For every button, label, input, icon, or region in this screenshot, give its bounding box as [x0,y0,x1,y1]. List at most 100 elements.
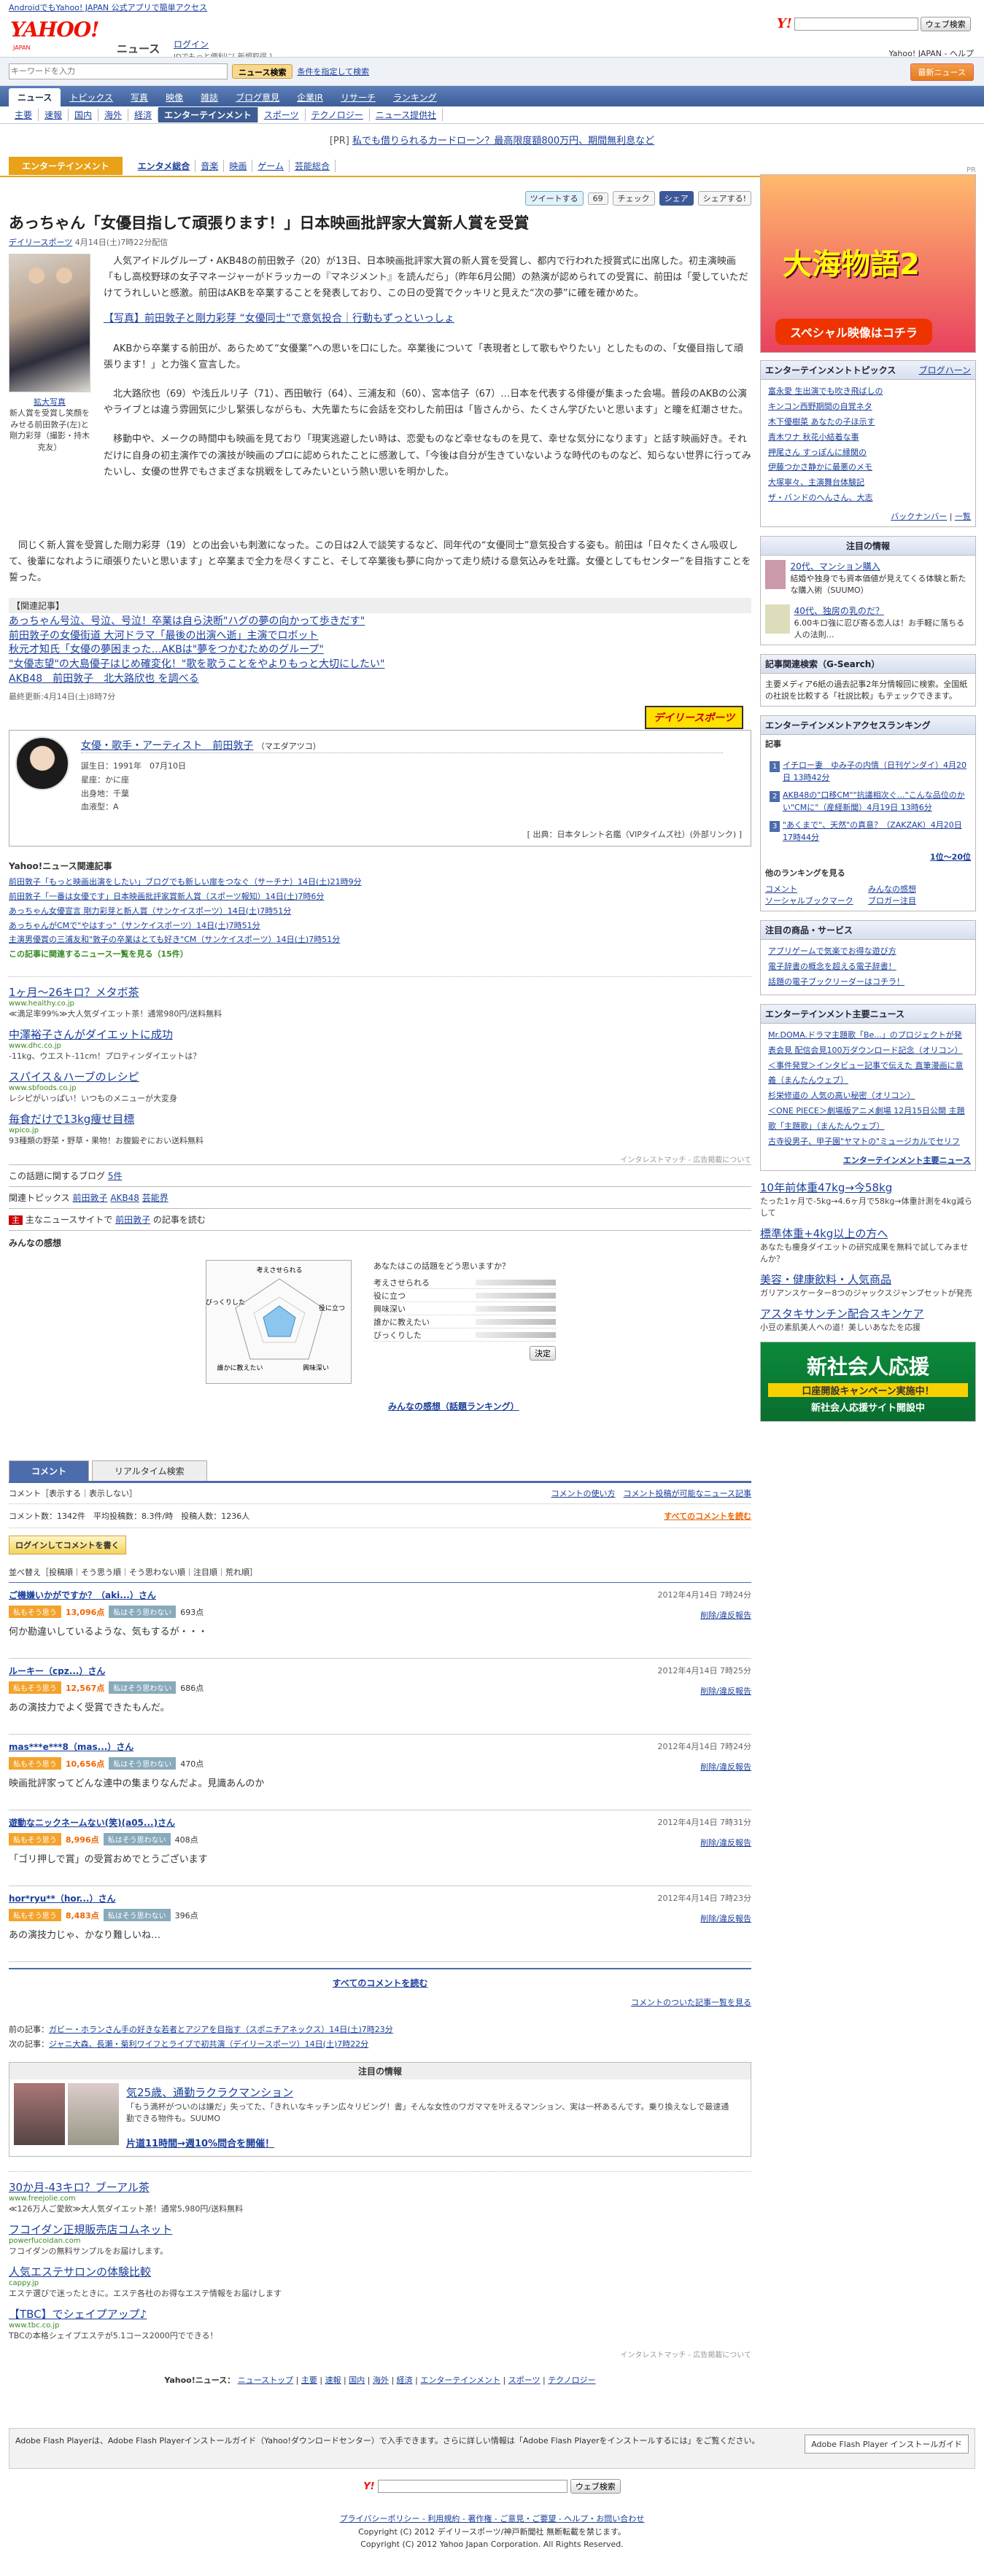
profile-ref[interactable]: [ 出典：日本タレント名鑑（VIPタイムズ社）(外部リンク) ] [527,828,742,840]
comment-user[interactable]: ご機嫌いかがですか？（aki...）さん [9,1589,751,1601]
all-comments-link[interactable]: すべてのコメントを読む [664,1510,751,1522]
side-ad-title[interactable]: 標準体重+4kg以上の方へ [760,1226,976,1241]
ad-title[interactable]: 30か月-43キロ？ブーアル茶 [9,2179,751,2195]
ranking-link[interactable]: AKB48の"口移CM""抗議相次ぐ…"こんな品位のかい"CMに"（産経新聞）4… [783,790,965,812]
vote-row[interactable]: 考えさせられる [373,1276,556,1290]
flash-install-button[interactable]: Adobe Flash Player インストールガイド [805,2435,969,2454]
article-photo[interactable]: 拡大写真 新人賞を受賞し笑顔をみせる前田敦子(左)と剛力彩芽（撮影・持木克友） [9,254,90,453]
ranking-item[interactable]: 2 AKB48の"口移CM""抗議相次ぐ…"こんな品位のかい"CMに"（産経新聞）… [768,787,968,817]
ad-title[interactable]: 毎食だけで13kg痩せ目標 [9,1111,751,1126]
report-link[interactable]: 削除/違反報告 [700,1761,751,1773]
ad-item[interactable]: 中澤裕子さんがダイエットに成功 www.dhc.co.jp -11kg、ウエスト-1… [9,1027,751,1062]
topic-link[interactable]: キンコン西野期間の自覚ネタ [768,400,968,415]
side-ad[interactable]: アスタキサンチン配合スキンケア 小豆の素肌美人への道！美しいあなたを応援 [760,1306,976,1333]
nav-ranking[interactable]: ランキング [384,88,446,106]
disagree-button[interactable]: 私はそう思わない [109,1606,177,1619]
topic-link[interactable]: 木下優樹菜 あなたの子ほ示す [768,415,968,430]
ranking-item[interactable]: 1 イチロー妻 ゆみ子の内情（日刊ゲンダイ）4月20日 13時42分 [768,757,968,787]
main-news-link[interactable]: ＜ONE PIECE＞劇場版アニメ劇場 12月15日公開 主題歌「主題歌」（まん… [768,1104,968,1135]
attention-title[interactable]: 20代、マンション購入 [790,560,971,572]
subnav-tech[interactable]: テクノロジー [306,109,370,121]
topic-link[interactable]: 伊藤つかさ静かに最悪のメモ [768,460,968,475]
topic-link[interactable]: 富永愛 生出演でも吹き飛ばしの [768,384,968,400]
android-app-link[interactable]: AndroidでもYahoo! JAPAN 公式アプリで簡単アクセス [9,3,207,12]
enlarge-link[interactable]: 拡大写真 [34,397,66,407]
nav-news[interactable]: ニュース [9,88,61,106]
subnav-main[interactable]: 主要 [9,109,39,121]
main-news-link[interactable]: ＜事件発覚＞インタビュー記事で伝えた 直筆漫画に意義（まんたんウェブ） [768,1059,968,1089]
ad-title[interactable]: 中澤裕子さんがダイエットに成功 [9,1027,751,1042]
report-link[interactable]: 削除/違反報告 [700,1685,751,1697]
source-link[interactable]: デイリースポーツ [9,238,72,247]
comment-usage-link[interactable]: コメントの使い方 [551,1489,616,1498]
ad-item[interactable]: 30か月-43キロ？ブーアル茶 www.freejolie.com ≪126万人ご愛… [9,2179,751,2214]
related-photo-link[interactable]: 【写真】前田敦子と剛力彩芽 “女優同士”で意気投合｜行動もずっといっしょ [104,311,751,328]
gsearch-title[interactable]: 記事関連検索（G-Search） [761,655,975,674]
topic-item[interactable]: AKB48 [110,1193,139,1203]
service-link[interactable]: 電子辞書の概念を超える電子辞書！ [768,960,968,975]
related-item[interactable]: あっちゃん号泣、号泣、号泣！卒業は自ら決断"ハグの夢の向かって歩きだす" [9,615,751,629]
kansou-ranking-link[interactable]: みんなの感想（話題ランキング） [388,1400,519,1412]
all-comments-bottom[interactable]: すべてのコメントを読む [9,1968,751,1996]
side-ad-title[interactable]: 10年前体重47kg→今58kg [760,1180,976,1195]
blog-count[interactable]: 5件 [108,1171,123,1181]
related-item[interactable]: 前田敦子の女優街道 大河ドラマ「最後の出演へ逝」主演でロボット [9,629,751,644]
related-item[interactable]: AKB48 前田敦子 北大路欣也 を調べる [9,672,751,687]
other-ranking-link[interactable]: ブロガー注目 [868,895,971,906]
nav-photo[interactable]: 写真 [122,88,157,106]
topic-item[interactable]: 芸能界 [142,1193,168,1203]
disagree-button[interactable]: 私はそう思わない [109,1757,177,1770]
comment-user[interactable]: 遊動なニックネームない(笑)(a05...)さん [9,1816,751,1829]
pr-link[interactable]: 私でも借りられるカードローン？最高限度額800万円、期間無利息など [352,136,654,147]
ranking-link[interactable]: "あくまで"、天然"の真意？（ZAKZAK）4月20日 17時44分 [783,820,962,842]
cat-geino[interactable]: 芸能総合 [290,159,336,172]
vote-slider[interactable] [476,1279,556,1285]
agree-button[interactable]: 私もそう思う [9,1681,61,1694]
subnav-domestic[interactable]: 国内 [69,109,99,121]
agree-button[interactable]: 私もそう思う [9,1833,61,1846]
attention-thumb[interactable] [765,604,790,634]
blog-harn-link[interactable]: ブログハーン [919,364,971,376]
report-link[interactable]: 削除/違反報告 [700,1837,751,1848]
ad-item[interactable]: 毎食だけで13kg痩せ目標 wpico.jp 93種類の野菜・野草・果物！お腹鍛ぞに… [9,1111,751,1146]
footnav-item[interactable]: 海外 [373,2375,389,2385]
cat-general[interactable]: エンタメ総合 [133,159,196,172]
cat-music[interactable]: 音楽 [195,159,225,172]
attention-title[interactable]: 40代、独房の乳のだ？ [794,604,971,617]
subnav-economy[interactable]: 経済 [128,109,159,121]
featured-link[interactable]: 片道11時間→週10%問合を開催！ [126,2136,274,2149]
ad-item[interactable]: 【TBC】でシェイプアップ♪ www.tbc.co.jp TBCの本格シェイプエステ… [9,2306,751,2341]
related-item[interactable]: "女優志望"の大島優子はじめ確変化！"歌を歌うことをやよりもっと大切にしたい" [9,658,751,672]
ad-title[interactable]: フコイダン正規販売店コムネット [9,2222,751,2237]
facebook-share-button[interactable]: シェア [659,191,694,206]
side-ad[interactable]: 標準体重+4kg以上の方へ あなたも痩身ダイエットの研究成果を無料で試してみません… [760,1226,976,1264]
latest-news-button[interactable]: 最新ニュース [910,63,974,81]
side-ad-title[interactable]: アスタキサンチン配合スキンケア [760,1306,976,1321]
main-news-link[interactable]: Mr.DOMA.ドラマ主題歌「Be...」のプロジェクトが発表会見 配信会見10… [768,1028,968,1059]
bottom-search-input[interactable] [377,2479,567,2493]
bottom-search-button[interactable]: ウェブ検索 [570,2479,621,2494]
daily-sports-logo[interactable]: デイリースポーツ [644,706,743,730]
vote-slider[interactable] [476,1331,556,1338]
tab-comment[interactable]: コメント [9,1460,90,1482]
news-search-input[interactable] [9,63,228,79]
related-news-item[interactable]: あっちゃんがCMで"やはすっ"（サンケイスポーツ）14日(土)7時51分 [9,919,751,933]
mainsite-name[interactable]: 前田敦子 [115,1215,150,1225]
featured-image[interactable] [14,2082,65,2145]
ad-title[interactable]: 1ヶ月～26キロ？メタボ茶 [9,984,751,1000]
ad-item[interactable]: 1ヶ月～26キロ？メタボ茶 www.healthy.co.jp ≪満足率99%≫大人… [9,984,751,1019]
featured-headline[interactable]: 気25歳、通勤ラクラクマンション [126,2085,293,2100]
subnav-entertainment[interactable]: エンターテインメント [158,107,258,122]
topic-item[interactable]: 前田敦子 [72,1193,107,1203]
advanced-search-link[interactable]: 条件を指定して検索 [297,66,369,77]
nav-video[interactable]: 映像 [157,88,192,106]
footnav-item[interactable]: 速報 [325,2375,341,2385]
topic-link[interactable]: 押尾さん すっぽんに縁関の [768,445,968,461]
comment-sort[interactable]: 並べ替え［投稿順｜そう思う順｜そう思わない順｜注目順｜荒れ順］ [9,1562,751,1584]
ad-item[interactable]: フコイダン正規販売店コムネット powerfucoidan.com フコイダンの無料… [9,2222,751,2257]
attention-thumb[interactable] [765,560,786,590]
footnav-item[interactable]: ニューストップ [238,2375,293,2385]
yahoo-logo[interactable]: YAHOO! JAPAN [10,17,112,52]
related-news-item[interactable]: 前田敦子「一番は女優です」日本映画批評家賞新人賞（スポーツ報知）14日(土)7時… [9,890,751,904]
yahoo-share-button[interactable]: シェアする! [697,191,751,206]
